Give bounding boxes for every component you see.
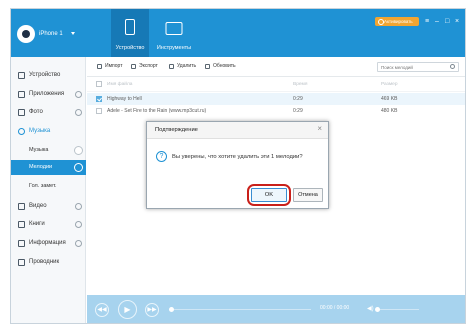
sidebar-subitem-label: Гол. замет. — [29, 183, 57, 189]
sidebar-item-label: Информация — [29, 240, 66, 246]
search-box — [377, 62, 459, 72]
sidebar-item-label: Книги — [29, 221, 45, 227]
next-icon: ▶▶ — [147, 307, 157, 313]
expand-icon[interactable] — [75, 240, 82, 247]
sidebar-item-music[interactable]: Музыка — [11, 123, 86, 140]
sidebar-item-explorer[interactable]: Проводник — [11, 254, 86, 271]
progress-handle[interactable] — [169, 307, 174, 312]
ok-button[interactable]: OK — [251, 188, 287, 202]
volume-icon[interactable]: ◀) — [367, 305, 374, 312]
app-logo-icon — [17, 25, 35, 43]
sidebar-subitem-voice-memos[interactable]: Гол. замет. — [11, 179, 86, 194]
sidebar-item-label: Музыка — [29, 128, 51, 134]
sidebar-item-label: Проводник — [29, 259, 60, 265]
sidebar: Устройство Приложения Фото Музыка Музыка… — [11, 57, 86, 323]
menu-icon[interactable]: ≡ — [425, 18, 429, 25]
sync-icon — [74, 146, 83, 155]
books-icon — [18, 221, 25, 228]
import-label: Импорт — [105, 63, 123, 69]
sidebar-item-label: Устройство — [29, 72, 61, 78]
refresh-button[interactable]: Обновить — [205, 63, 236, 69]
info-icon — [18, 240, 25, 247]
sidebar-subitem-label: Музыка — [29, 147, 49, 153]
video-icon — [18, 203, 25, 210]
volume-slider[interactable] — [377, 309, 419, 310]
play-icon: ▶ — [124, 304, 131, 314]
delete-icon — [169, 64, 174, 69]
previous-icon: ◀◀ — [97, 307, 107, 313]
export-button[interactable]: Экспорт — [131, 63, 158, 69]
delete-button[interactable]: Удалить — [169, 63, 196, 69]
phone-icon — [125, 19, 135, 35]
music-icon — [18, 128, 25, 135]
activate-button[interactable]: Активировать — [375, 17, 419, 26]
question-icon: ? — [156, 151, 167, 162]
explorer-icon — [18, 259, 25, 266]
device-icon — [18, 72, 25, 79]
cancel-button[interactable]: Отмена — [293, 188, 323, 202]
delete-label: Удалить — [177, 63, 197, 69]
expand-icon[interactable] — [75, 109, 82, 116]
sidebar-item-label: Видео — [29, 203, 47, 209]
volume-handle[interactable] — [375, 307, 380, 312]
top-bar: iPhone 1 Устройство Инструменты Активиро… — [11, 9, 465, 57]
previous-button[interactable]: ◀◀ — [95, 303, 109, 317]
toolbox-icon — [165, 22, 183, 35]
toolbar: Импорт Экспорт Удалить Обновить — [87, 57, 465, 77]
dialog-header: Подтверждение × — [147, 122, 328, 139]
import-button[interactable]: Импорт — [97, 63, 122, 69]
sidebar-item-apps[interactable]: Приложения — [11, 86, 86, 103]
sidebar-subitem-ringtones[interactable]: Мелодии — [11, 160, 86, 175]
sidebar-item-label: Фото — [29, 109, 43, 115]
tab-tools[interactable]: Инструменты — [151, 9, 197, 57]
device-name[interactable]: iPhone 1 — [39, 31, 63, 37]
sidebar-item-books[interactable]: Книги — [11, 216, 86, 233]
chevron-down-icon[interactable] — [71, 32, 75, 35]
refresh-label: Обновить — [213, 63, 236, 69]
apps-icon — [18, 91, 25, 98]
progress-bar[interactable] — [171, 309, 311, 310]
confirm-dialog: Подтверждение × ? Вы уверены, что хотите… — [146, 121, 329, 209]
tab-device-label: Устройство — [115, 45, 145, 51]
search-input[interactable] — [381, 64, 447, 71]
export-icon — [131, 64, 136, 69]
tab-tools-label: Инструменты — [156, 45, 192, 51]
time-label: 00:00 / 00:00 — [320, 305, 350, 311]
sidebar-subitem-label: Мелодии — [29, 164, 53, 170]
photo-icon — [18, 109, 25, 116]
export-label: Экспорт — [139, 63, 158, 69]
play-button[interactable]: ▶ — [118, 300, 137, 319]
search-icon[interactable] — [450, 64, 455, 69]
expand-icon[interactable] — [75, 221, 82, 228]
expand-icon[interactable] — [75, 203, 82, 210]
close-icon[interactable]: × — [317, 125, 322, 133]
expand-icon[interactable] — [75, 91, 82, 98]
sidebar-item-info[interactable]: Информация — [11, 235, 86, 252]
sidebar-item-photo[interactable]: Фото — [11, 104, 86, 121]
dialog-title: Подтверждение — [155, 127, 198, 133]
next-button[interactable]: ▶▶ — [145, 303, 159, 317]
tab-device[interactable]: Устройство — [111, 9, 149, 57]
maximize-icon[interactable]: □ — [445, 18, 449, 25]
refresh-icon — [205, 64, 210, 69]
dialog-message: Вы уверены, что хотите удалить эти 1 мел… — [172, 154, 303, 160]
import-icon — [97, 64, 102, 69]
sync-icon — [74, 163, 83, 172]
player-bar: ◀◀ ▶ ▶▶ 00:00 / 00:00 ◀) — [87, 295, 465, 323]
sidebar-item-device[interactable]: Устройство — [11, 67, 86, 84]
sidebar-item-label: Приложения — [29, 91, 65, 97]
minimize-icon[interactable]: – — [435, 18, 439, 25]
sidebar-item-video[interactable]: Видео — [11, 198, 86, 215]
close-icon[interactable]: × — [455, 18, 459, 25]
sidebar-subitem-music[interactable]: Музыка — [11, 143, 86, 158]
